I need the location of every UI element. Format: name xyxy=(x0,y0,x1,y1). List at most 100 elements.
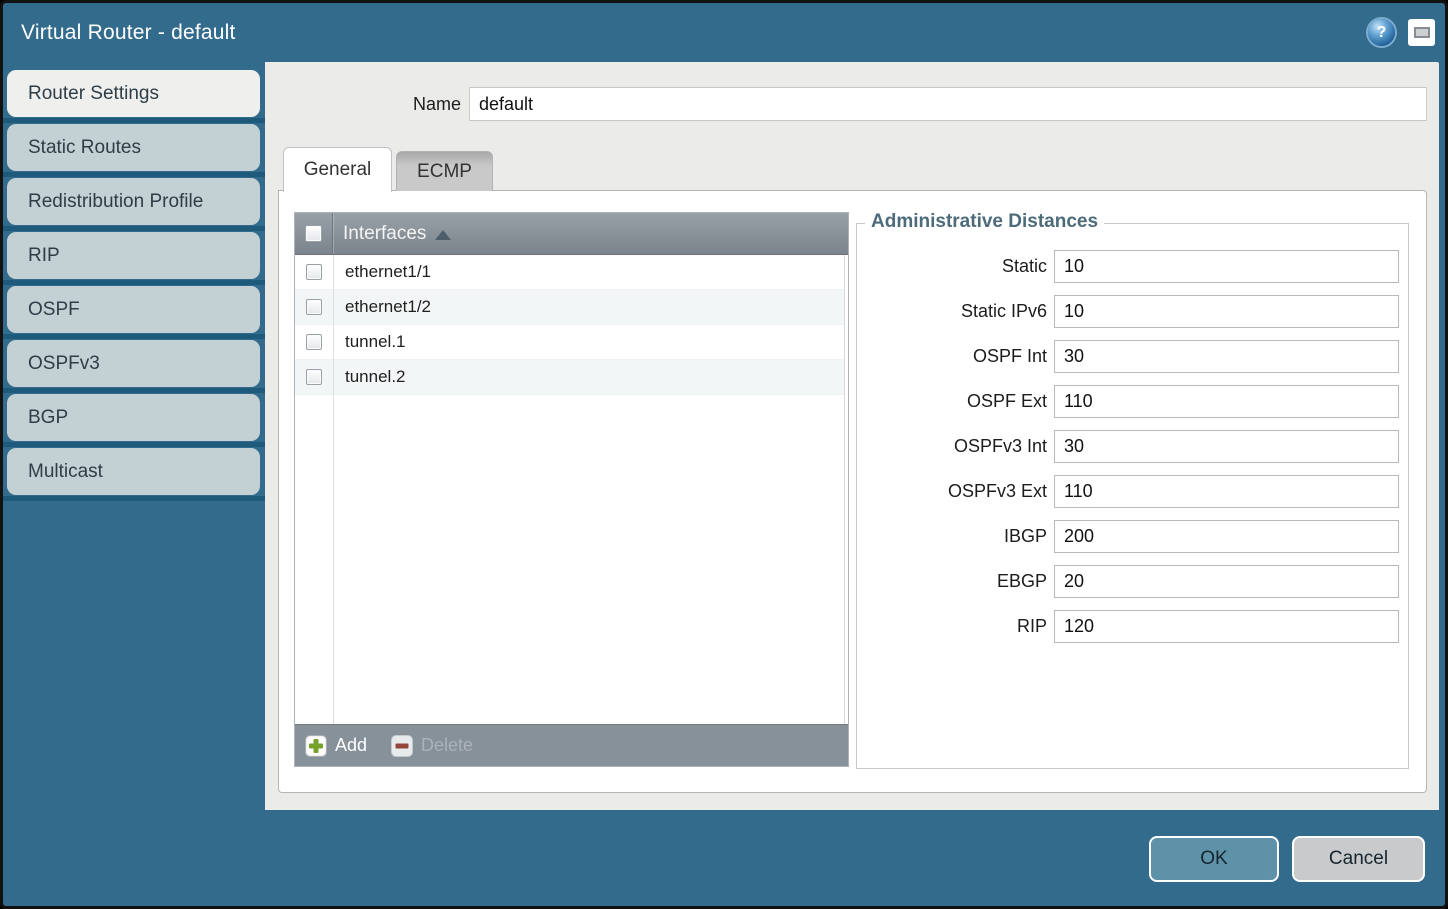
interface-name: tunnel.1 xyxy=(333,332,406,352)
cancel-button[interactable]: Cancel xyxy=(1292,836,1425,882)
name-row: Name xyxy=(265,87,1427,121)
row-checkbox-cell xyxy=(295,264,333,280)
row-checkbox[interactable] xyxy=(306,299,322,315)
sidebar-item-label: OSPFv3 xyxy=(28,353,100,375)
sidebar-item-redistribution-profile[interactable]: Redistribution Profile xyxy=(7,178,260,225)
row-checkbox[interactable] xyxy=(306,334,322,350)
sidebar-item-label: RIP xyxy=(28,245,60,267)
static-input[interactable] xyxy=(1054,250,1399,283)
row-checkbox-cell xyxy=(295,369,333,385)
admin-distance-row: Static IPv6 xyxy=(857,295,1408,328)
table-row[interactable]: tunnel.1 xyxy=(295,325,844,360)
admin-distance-rows: Static Static IPv6 OSPF Int OSPF Ext xyxy=(857,224,1408,643)
ospf-ext-input[interactable] xyxy=(1054,385,1399,418)
tab-strip: General ECMP xyxy=(283,147,493,191)
add-button[interactable]: Add xyxy=(305,735,367,757)
ibgp-label: IBGP xyxy=(857,526,1047,547)
cancel-button-label: Cancel xyxy=(1329,848,1388,870)
sidebar: Router Settings Static Routes Redistribu… xyxy=(3,62,265,906)
interfaces-table-header: Interfaces xyxy=(295,213,848,255)
admin-distance-row: OSPFv3 Ext xyxy=(857,475,1408,508)
static-ipv6-label: Static IPv6 xyxy=(857,301,1047,322)
table-row[interactable]: tunnel.2 xyxy=(295,360,844,395)
fieldset-legend: Administrative Distances xyxy=(865,211,1104,233)
name-input[interactable] xyxy=(469,87,1427,121)
interfaces-table: Interfaces ethernet1/1 xyxy=(294,212,849,767)
interface-name: tunnel.2 xyxy=(333,367,406,387)
row-checkbox[interactable] xyxy=(306,369,322,385)
table-row[interactable]: ethernet1/2 xyxy=(295,290,844,325)
ospf-ext-label: OSPF Ext xyxy=(857,391,1047,412)
static-ipv6-input[interactable] xyxy=(1054,295,1399,328)
ibgp-input[interactable] xyxy=(1054,520,1399,553)
interface-name: ethernet1/2 xyxy=(333,297,431,317)
admin-distance-row: OSPF Ext xyxy=(857,385,1408,418)
administrative-distances-fieldset: Administrative Distances Static Static I… xyxy=(856,223,1409,769)
ospfv3-int-label: OSPFv3 Int xyxy=(857,436,1047,457)
ok-button[interactable]: OK xyxy=(1149,836,1279,882)
tab-general[interactable]: General xyxy=(283,147,392,192)
delete-button-label: Delete xyxy=(421,735,473,756)
tab-label: ECMP xyxy=(417,161,472,183)
admin-distance-row: Static xyxy=(857,250,1408,283)
ok-button-label: OK xyxy=(1200,848,1227,870)
ebgp-label: EBGP xyxy=(857,571,1047,592)
row-checkbox-cell xyxy=(295,299,333,315)
interfaces-table-body: ethernet1/1 ethernet1/2 tunnel.1 xyxy=(295,255,848,724)
rip-label: RIP xyxy=(857,616,1047,637)
plus-icon xyxy=(305,735,327,757)
header-checkbox-cell xyxy=(295,213,333,254)
interfaces-column-header[interactable]: Interfaces xyxy=(333,213,848,254)
sidebar-item-label: Redistribution Profile xyxy=(28,191,203,213)
tab-ecmp[interactable]: ECMP xyxy=(396,151,493,191)
row-checkbox[interactable] xyxy=(306,264,322,280)
tab-label: General xyxy=(304,159,372,181)
sidebar-item-label: Router Settings xyxy=(28,83,159,105)
help-icon[interactable]: ? xyxy=(1368,19,1395,46)
admin-distance-row: EBGP xyxy=(857,565,1408,598)
ospf-int-input[interactable] xyxy=(1054,340,1399,373)
ospfv3-ext-input[interactable] xyxy=(1054,475,1399,508)
sort-ascending-icon xyxy=(435,230,451,240)
admin-distance-row: IBGP xyxy=(857,520,1408,553)
table-row[interactable]: ethernet1/1 xyxy=(295,255,844,290)
sidebar-item-label: OSPF xyxy=(28,299,80,321)
virtual-router-dialog: Virtual Router - default ? Router Settin… xyxy=(0,0,1448,909)
name-label: Name xyxy=(413,94,461,115)
sidebar-item-ospfv3[interactable]: OSPFv3 xyxy=(7,340,260,387)
interfaces-column-label: Interfaces xyxy=(343,223,426,245)
add-button-label: Add xyxy=(335,735,367,756)
sidebar-item-multicast[interactable]: Multicast xyxy=(7,448,260,495)
admin-distance-row: RIP xyxy=(857,610,1408,643)
main-content: Name General ECMP Interfaces xyxy=(265,62,1439,810)
select-all-checkbox[interactable] xyxy=(305,225,322,242)
delete-button[interactable]: Delete xyxy=(391,735,473,757)
row-checkbox-cell xyxy=(295,334,333,350)
ebgp-input[interactable] xyxy=(1054,565,1399,598)
maximize-glyph xyxy=(1414,27,1430,38)
sidebar-item-label: Multicast xyxy=(28,461,103,483)
sidebar-item-bgp[interactable]: BGP xyxy=(7,394,260,441)
titlebar: Virtual Router - default ? xyxy=(3,3,1445,62)
interface-name: ethernet1/1 xyxy=(333,262,431,282)
sidebar-item-ospf[interactable]: OSPF xyxy=(7,286,260,333)
admin-distance-row: OSPFv3 Int xyxy=(857,430,1408,463)
sidebar-item-static-routes[interactable]: Static Routes xyxy=(7,124,260,171)
rip-input[interactable] xyxy=(1054,610,1399,643)
admin-distance-row: OSPF Int xyxy=(857,340,1408,373)
sidebar-item-rip[interactable]: RIP xyxy=(7,232,260,279)
sidebar-item-label: BGP xyxy=(28,407,68,429)
interfaces-table-footer: Add Delete xyxy=(295,724,848,766)
ospf-int-label: OSPF Int xyxy=(857,346,1047,367)
general-tab-panel: Interfaces ethernet1/1 xyxy=(278,190,1427,793)
dialog-title: Virtual Router - default xyxy=(21,21,1368,45)
ospfv3-ext-label: OSPFv3 Ext xyxy=(857,481,1047,502)
sidebar-item-router-settings[interactable]: Router Settings xyxy=(7,70,260,117)
sidebar-item-label: Static Routes xyxy=(28,137,141,159)
minus-icon xyxy=(391,735,413,757)
static-label: Static xyxy=(857,256,1047,277)
footer-bar: OK Cancel xyxy=(3,810,1445,906)
ospfv3-int-input[interactable] xyxy=(1054,430,1399,463)
help-glyph: ? xyxy=(1377,24,1387,42)
maximize-icon[interactable] xyxy=(1408,19,1435,46)
